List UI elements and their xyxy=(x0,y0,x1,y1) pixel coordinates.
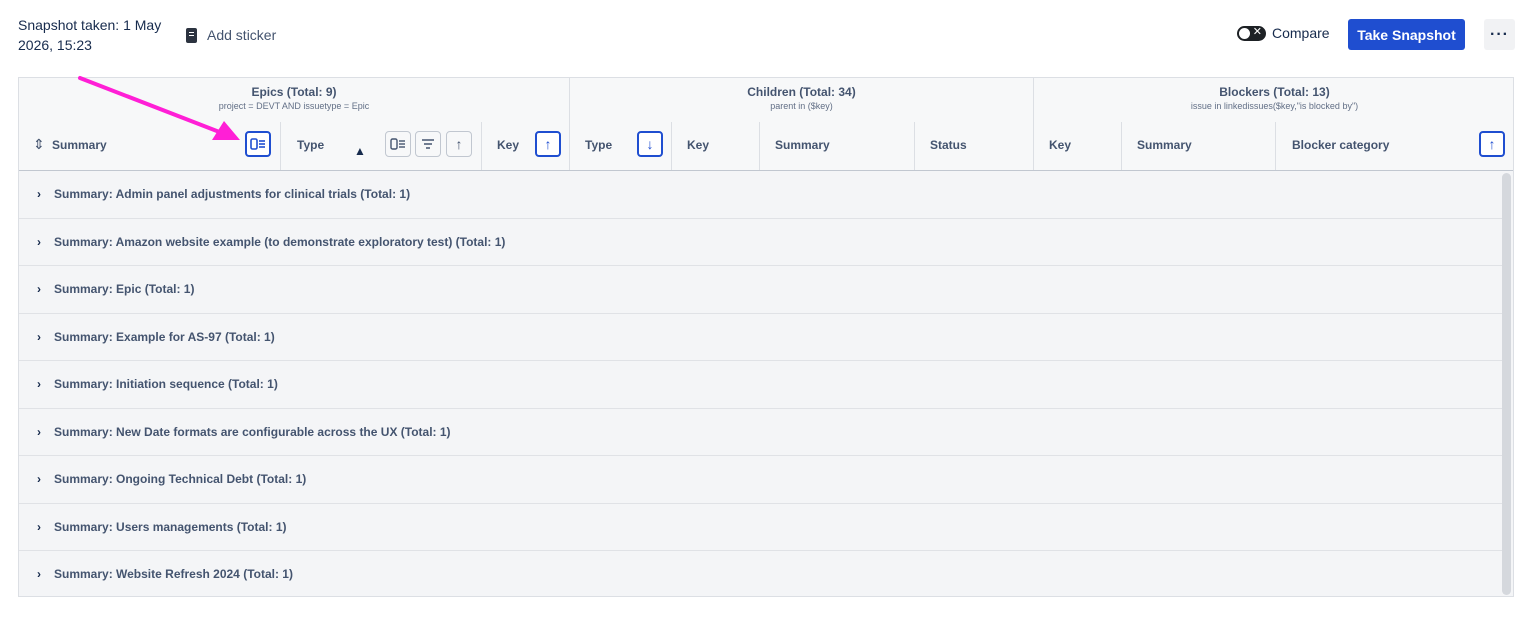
table-row[interactable]: › Summary: Website Refresh 2024 (Total: 1… xyxy=(19,551,1502,596)
snapshot-timestamp: Snapshot taken: 1 May 2026, 15:23 xyxy=(18,17,162,53)
row-label: Summary: Ongoing Technical Debt (Total: … xyxy=(54,472,307,486)
sort-ascending-icon[interactable]: ↑ xyxy=(535,131,561,157)
row-label: Summary: Amazon website example (to demo… xyxy=(54,234,506,249)
column-header-row: ⇕ Summary Type ▲ ↑ Key ↑ Type ↓ Key Summ… xyxy=(19,122,1513,171)
table-row[interactable]: › Summary: Example for AS-97 (Total: 1) xyxy=(19,314,1502,361)
more-icon: ··· xyxy=(1490,25,1509,43)
column-header-child-summary[interactable]: Summary xyxy=(760,122,915,170)
group-title: Epics (Total: 9) xyxy=(251,85,337,99)
sort-ascending-icon[interactable]: ↑ xyxy=(1479,131,1505,157)
toggle-switch[interactable]: ✕ xyxy=(1237,25,1266,41)
sort-ascending-icon[interactable]: ↑ xyxy=(446,131,472,157)
vertical-scrollbar[interactable] xyxy=(1502,173,1511,595)
table-row[interactable]: › Summary: Epic (Total: 1) xyxy=(19,266,1502,314)
chevron-right-icon[interactable]: › xyxy=(37,235,41,249)
toggle-knob xyxy=(1239,27,1250,39)
add-sticker-button[interactable]: Add sticker xyxy=(186,25,276,45)
group-by-icon[interactable] xyxy=(245,131,271,157)
table-row[interactable]: › Summary: New Date formats are configura… xyxy=(19,409,1502,456)
group-query: issue in linkedissues($key,"is blocked b… xyxy=(1190,101,1359,111)
row-label: Summary: Epic (Total: 1) xyxy=(54,282,195,296)
sticker-icon xyxy=(186,27,197,43)
chevron-right-icon[interactable]: › xyxy=(37,520,41,534)
chevron-right-icon[interactable]: › xyxy=(37,330,41,344)
table-row[interactable]: › Summary: Initiation sequence (Total: 1) xyxy=(19,361,1502,409)
table-row[interactable]: › Summary: Amazon website example (to dem… xyxy=(19,219,1502,266)
group-header-blockers: Blockers (Total: 13) issue in linkedissu… xyxy=(1034,78,1513,122)
table-row[interactable]: › Summary: Admin panel adjustments for cl… xyxy=(19,171,1502,219)
structure-table: Epics (Total: 9) project = DEVT AND issu… xyxy=(18,77,1514,597)
row-label: Summary: New Date formats are configurab… xyxy=(54,424,451,439)
compare-label: Compare xyxy=(1272,25,1330,41)
column-label: Key xyxy=(1049,138,1072,152)
chevron-right-icon[interactable]: › xyxy=(37,282,41,296)
column-header-epic-type[interactable]: Type ▲ ↑ xyxy=(281,122,482,170)
group-title: Blockers (Total: 13) xyxy=(1219,85,1330,99)
add-sticker-label: Add sticker xyxy=(207,27,277,43)
column-header-child-key[interactable]: Key xyxy=(672,122,760,170)
column-label: Type xyxy=(585,138,613,152)
column-header-blocker-key[interactable]: Key xyxy=(1034,122,1122,170)
take-snapshot-button[interactable]: Take Snapshot xyxy=(1348,19,1465,50)
sort-descending-icon[interactable]: ↓ xyxy=(637,131,663,157)
row-label: Summary: Users managements (Total: 1) xyxy=(54,519,287,534)
chevron-right-icon[interactable]: › xyxy=(37,472,41,486)
column-label: Status xyxy=(930,138,967,152)
column-label: Summary xyxy=(775,138,830,152)
compare-toggle[interactable]: ✕ Compare xyxy=(1237,25,1330,41)
sort-both-icon[interactable]: ⇕ xyxy=(33,136,45,152)
table-row[interactable]: › Summary: Users managements (Total: 1) xyxy=(19,504,1502,551)
column-header-epic-key[interactable]: Key ↑ xyxy=(482,122,570,170)
row-label: Summary: Website Refresh 2024 (Total: 1) xyxy=(54,567,293,581)
filter-icon[interactable] xyxy=(415,131,441,157)
group-query: project = DEVT AND issuetype = Epic xyxy=(218,101,370,111)
group-header-epics: Epics (Total: 9) project = DEVT AND issu… xyxy=(19,78,570,122)
column-label: Key xyxy=(497,138,520,152)
chevron-right-icon[interactable]: › xyxy=(37,567,41,581)
column-label: Type xyxy=(297,138,325,152)
column-label: Summary xyxy=(52,138,107,152)
chevron-right-icon[interactable]: › xyxy=(37,425,41,439)
chevron-right-icon[interactable]: › xyxy=(37,187,41,201)
column-header-epic-summary[interactable]: ⇕ Summary xyxy=(19,122,281,170)
group-title: Children (Total: 34) xyxy=(747,85,856,99)
row-label: Summary: Initiation sequence (Total: 1) xyxy=(54,377,278,391)
group-query: parent in ($key) xyxy=(770,101,833,111)
chevron-right-icon[interactable]: › xyxy=(37,377,41,391)
column-header-child-type[interactable]: Type ↓ xyxy=(570,122,672,170)
table-row[interactable]: › Summary: Ongoing Technical Debt (Total:… xyxy=(19,456,1502,504)
toggle-off-icon: ✕ xyxy=(1252,25,1262,38)
mouse-cursor-icon: ▲ xyxy=(354,144,366,158)
top-bar: Snapshot taken: 1 May 2026, 15:23 Add st… xyxy=(0,0,1525,70)
column-header-child-status[interactable]: Status xyxy=(915,122,1034,170)
group-header-row: Epics (Total: 9) project = DEVT AND issu… xyxy=(19,78,1513,123)
row-label: Summary: Admin panel adjustments for cli… xyxy=(54,187,411,201)
column-header-blocker-summary[interactable]: Summary xyxy=(1122,122,1276,170)
column-header-blocker-category[interactable]: Blocker category ↑ xyxy=(1276,122,1513,170)
column-label: Summary xyxy=(1137,138,1192,152)
table-body: › Summary: Admin panel adjustments for cl… xyxy=(19,171,1502,596)
group-header-children: Children (Total: 34) parent in ($key) xyxy=(570,78,1034,122)
row-label: Summary: Example for AS-97 (Total: 1) xyxy=(54,329,275,344)
column-label: Blocker category xyxy=(1292,138,1390,152)
column-label: Key xyxy=(687,138,710,152)
group-by-icon[interactable] xyxy=(385,131,411,157)
more-options-button[interactable]: ··· xyxy=(1484,19,1515,50)
